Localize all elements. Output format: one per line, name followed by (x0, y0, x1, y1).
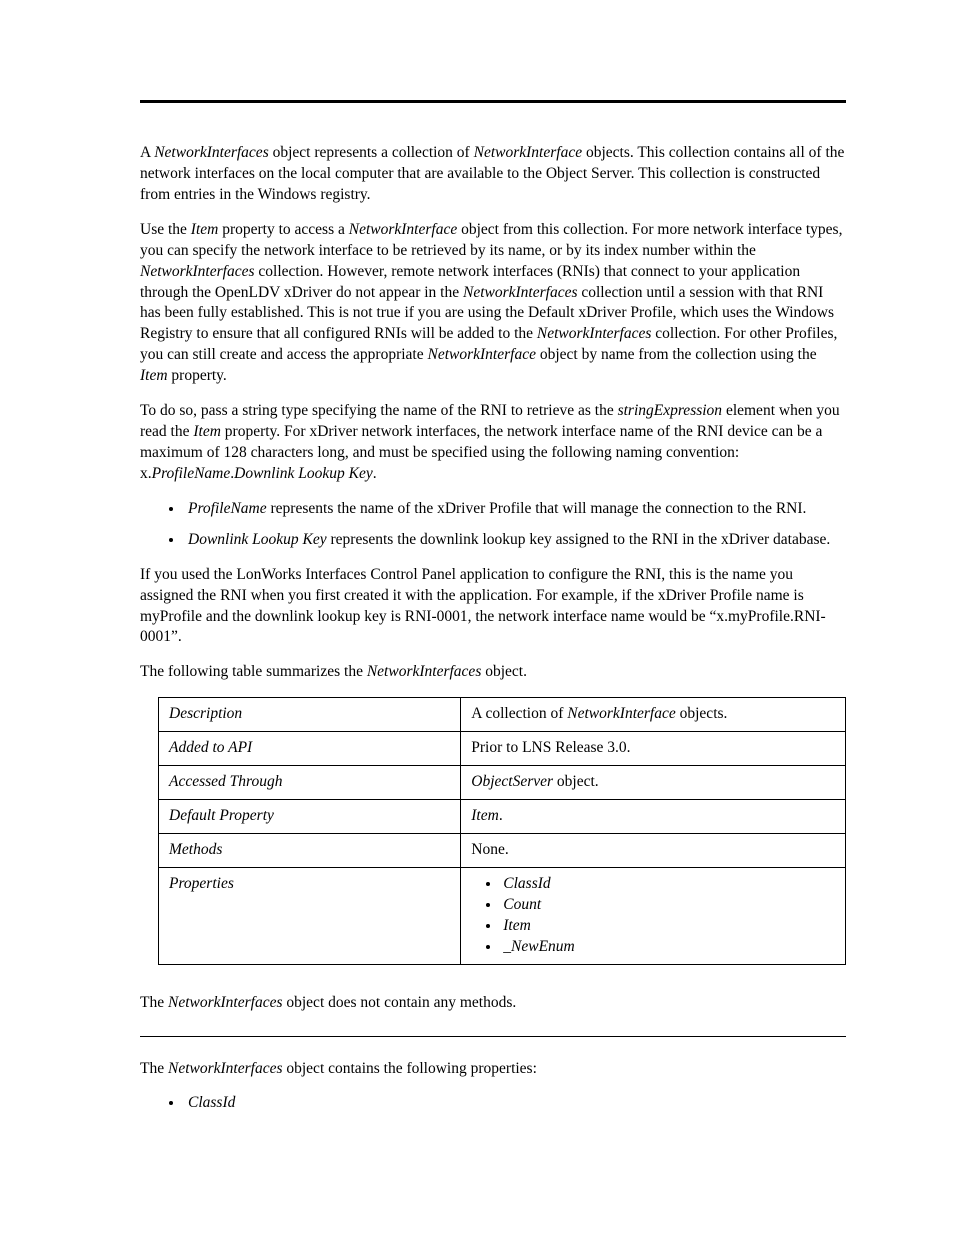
term-item: Item (140, 367, 168, 384)
table-row: Properties ClassId Count Item _NewEnum (159, 867, 846, 964)
term-item: Item (471, 807, 499, 824)
properties-list: ClassId Count Item _NewEnum (471, 874, 835, 958)
text: object contains the following properties… (283, 1060, 537, 1077)
term-networkinterface: NetworkInterface (567, 705, 675, 722)
summary-table: Description A collection of NetworkInter… (158, 697, 846, 964)
term-networkinterfaces: NetworkInterfaces (168, 1060, 283, 1077)
text: A (140, 144, 154, 161)
term-networkinterface: NetworkInterface (427, 346, 535, 363)
table-key-properties: Properties (159, 867, 461, 964)
paragraph-example: If you used the LonWorks Interfaces Cont… (140, 565, 846, 649)
table-row: Description A collection of NetworkInter… (159, 698, 846, 732)
term-networkinterface: NetworkInterface (474, 144, 582, 161)
table-row: Accessed Through ObjectServer object. (159, 766, 846, 800)
term-networkinterface: NetworkInterface (349, 221, 457, 238)
table-key-added-to-api: Added to API (159, 732, 461, 766)
paragraph-properties-intro: The NetworkInterfaces object contains th… (140, 1059, 846, 1080)
text: . (373, 465, 377, 482)
text: property. (168, 367, 227, 384)
term-networkinterfaces: NetworkInterfaces (140, 263, 255, 280)
list-item: _NewEnum (501, 937, 835, 958)
section-rule (140, 1036, 846, 1037)
text: . (499, 807, 503, 824)
list-item: Count (501, 895, 835, 916)
term-stringexpression: stringExpression (618, 402, 722, 419)
top-rule (140, 100, 846, 103)
term-networkinterfaces: NetworkInterfaces (367, 663, 482, 680)
paragraph-intro-2: Use the Item property to access a Networ… (140, 220, 846, 387)
text: Use the (140, 221, 191, 238)
list-item: Item (501, 916, 835, 937)
term-item: Item (191, 221, 219, 238)
text: To do so, pass a string type specifying … (140, 402, 618, 419)
list-item: ProfileName represents the name of the x… (184, 499, 846, 520)
table-row: Methods None. (159, 833, 846, 867)
text: A collection of (471, 705, 567, 722)
paragraph-methods: The NetworkInterfaces object does not co… (140, 993, 846, 1014)
text: object by name from the collection using… (536, 346, 817, 363)
text: object does not contain any methods. (283, 994, 517, 1011)
term-downlink-lookup-key: Downlink Lookup Key (188, 531, 327, 548)
table-val-added-to-api: Prior to LNS Release 3.0. (461, 732, 846, 766)
naming-convention-list: ProfileName represents the name of the x… (140, 499, 846, 551)
paragraph-intro-3: To do so, pass a string type specifying … (140, 401, 846, 485)
text: object. (553, 773, 599, 790)
text: The (140, 1060, 168, 1077)
text: The following table summarizes the (140, 663, 367, 680)
table-val-description: A collection of NetworkInterface objects… (461, 698, 846, 732)
text: objects. (676, 705, 728, 722)
term-profilename: ProfileName (152, 465, 231, 482)
text: property to access a (218, 221, 348, 238)
term-networkinterfaces: NetworkInterfaces (463, 284, 578, 301)
term-profilename: ProfileName (188, 500, 267, 517)
properties-bullets: ClassId (140, 1093, 846, 1114)
list-item: Downlink Lookup Key represents the downl… (184, 530, 846, 551)
table-row: Added to API Prior to LNS Release 3.0. (159, 732, 846, 766)
list-item: ClassId (501, 874, 835, 895)
text: The (140, 994, 168, 1011)
term-networkinterfaces: NetworkInterfaces (154, 144, 269, 161)
table-val-default-property: Item. (461, 800, 846, 834)
table-val-methods: None. (461, 833, 846, 867)
table-key-methods: Methods (159, 833, 461, 867)
term-item: Item (193, 423, 221, 440)
table-key-description: Description (159, 698, 461, 732)
table-row: Default Property Item. (159, 800, 846, 834)
text: object represents a collection of (269, 144, 474, 161)
text: represents the name of the xDriver Profi… (267, 500, 807, 517)
table-val-accessed-through: ObjectServer object. (461, 766, 846, 800)
table-key-default-property: Default Property (159, 800, 461, 834)
paragraph-table-intro: The following table summarizes the Netwo… (140, 662, 846, 683)
term-networkinterfaces: NetworkInterfaces (537, 325, 652, 342)
table-key-accessed-through: Accessed Through (159, 766, 461, 800)
term-downlink-lookup-key: Downlink Lookup Key (234, 465, 373, 482)
term-objectserver: ObjectServer (471, 773, 553, 790)
list-item: ClassId (184, 1093, 846, 1114)
text: represents the downlink lookup key assig… (327, 531, 831, 548)
text: object. (481, 663, 527, 680)
paragraph-intro-1: A NetworkInterfaces object represents a … (140, 143, 846, 206)
term-networkinterfaces: NetworkInterfaces (168, 994, 283, 1011)
table-val-properties: ClassId Count Item _NewEnum (461, 867, 846, 964)
